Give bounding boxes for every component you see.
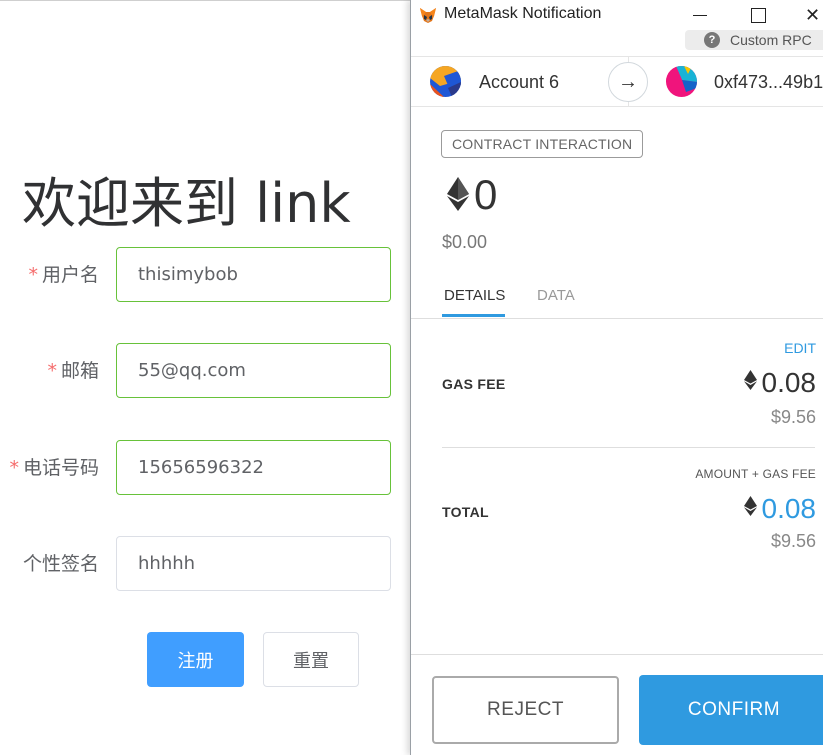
required-mark: * xyxy=(28,264,38,286)
email-input[interactable] xyxy=(116,343,391,398)
window-title: MetaMask Notification xyxy=(444,5,602,22)
identicon-avatar xyxy=(430,66,461,97)
reset-button[interactable]: 重置 xyxy=(263,632,359,687)
recipient-address[interactable]: 0xf473...49b1 xyxy=(714,72,823,93)
signature-label: 个性签名 xyxy=(23,536,99,592)
signature-input[interactable] xyxy=(116,536,391,591)
sender-recipient-bar: Account 6 → 0xf473...49b1 xyxy=(411,57,823,107)
transaction-amount-fiat: $0.00 xyxy=(442,232,488,252)
username-label: * 用户名 xyxy=(28,247,99,303)
total-value: 0.08 xyxy=(761,493,817,524)
register-button[interactable]: 注册 xyxy=(147,632,244,687)
ethereum-icon xyxy=(447,177,469,211)
metamask-fox-icon xyxy=(420,8,436,23)
arrow-right-icon: → xyxy=(608,62,648,102)
reject-button[interactable]: REJECT xyxy=(432,676,619,744)
identicon-avatar xyxy=(666,66,697,97)
total-fiat: $9.56 xyxy=(770,531,816,551)
transaction-amount: 0 xyxy=(474,171,498,218)
total-amount: 0.08 xyxy=(743,493,817,525)
page-title: 欢迎来到 link xyxy=(22,172,351,235)
username-label-text: 用户名 xyxy=(41,264,99,286)
form-row-email: * 邮箱 xyxy=(0,343,411,399)
email-label: * 邮箱 xyxy=(47,343,99,399)
gas-fee-fiat: $9.56 xyxy=(770,407,816,427)
total-subtitle: AMOUNT + GAS FEE xyxy=(695,467,816,481)
total-label: TOTAL xyxy=(442,504,489,520)
signature-label-text: 个性签名 xyxy=(22,553,99,575)
window-titlebar[interactable]: MetaMask Notification ✕ xyxy=(411,0,823,30)
transaction-summary: CONTRACT INTERACTION 0 $0.00 DETAILS DAT… xyxy=(411,107,823,319)
ethereum-icon xyxy=(743,370,757,390)
required-mark: * xyxy=(9,457,19,479)
tab-data[interactable]: DATA xyxy=(537,287,575,304)
maximize-icon[interactable] xyxy=(748,6,768,26)
details-divider xyxy=(442,447,815,448)
help-icon: ? xyxy=(704,32,720,48)
sender-account-name[interactable]: Account 6 xyxy=(479,72,559,93)
transaction-details: EDIT GAS FEE 0.08 $9.56 AMOUNT + GAS FEE… xyxy=(411,319,823,654)
required-mark: * xyxy=(47,360,57,382)
transaction-type-badge: CONTRACT INTERACTION xyxy=(441,130,644,158)
tab-details[interactable]: DETAILS xyxy=(444,287,505,304)
active-tab-indicator xyxy=(442,314,505,317)
minimize-icon[interactable] xyxy=(690,6,710,26)
form-row-phone: * 电话号码 xyxy=(0,440,411,496)
phone-input[interactable] xyxy=(116,440,391,495)
phone-label: * 电话号码 xyxy=(9,440,99,496)
ethereum-icon xyxy=(743,496,757,516)
network-indicator[interactable]: ? Custom RPC xyxy=(685,30,823,50)
confirm-button[interactable]: CONFIRM xyxy=(639,675,823,745)
phone-label-text: 电话号码 xyxy=(22,457,99,479)
edit-gas-link[interactable]: EDIT xyxy=(784,340,816,356)
network-bar: ? Custom RPC xyxy=(411,30,823,57)
email-label-text: 邮箱 xyxy=(60,360,99,382)
metamask-notification-window: MetaMask Notification ✕ ? Custom RPC Acc… xyxy=(410,0,823,755)
gas-fee-label: GAS FEE xyxy=(442,376,506,392)
form-row-signature: 个性签名 xyxy=(0,536,411,592)
action-footer: REJECT CONFIRM xyxy=(411,654,823,755)
form-row-username: * 用户名 xyxy=(0,247,411,303)
network-name: Custom RPC xyxy=(730,32,812,48)
registration-page: 欢迎来到 link *用户名 *邮箱 *电话号码 个性签名 注册 重置 xyxy=(0,0,411,755)
close-icon[interactable]: ✕ xyxy=(805,5,823,25)
gas-fee-amount: 0.08 xyxy=(743,367,817,399)
username-input[interactable] xyxy=(116,247,391,302)
gas-fee-value: 0.08 xyxy=(761,367,817,398)
